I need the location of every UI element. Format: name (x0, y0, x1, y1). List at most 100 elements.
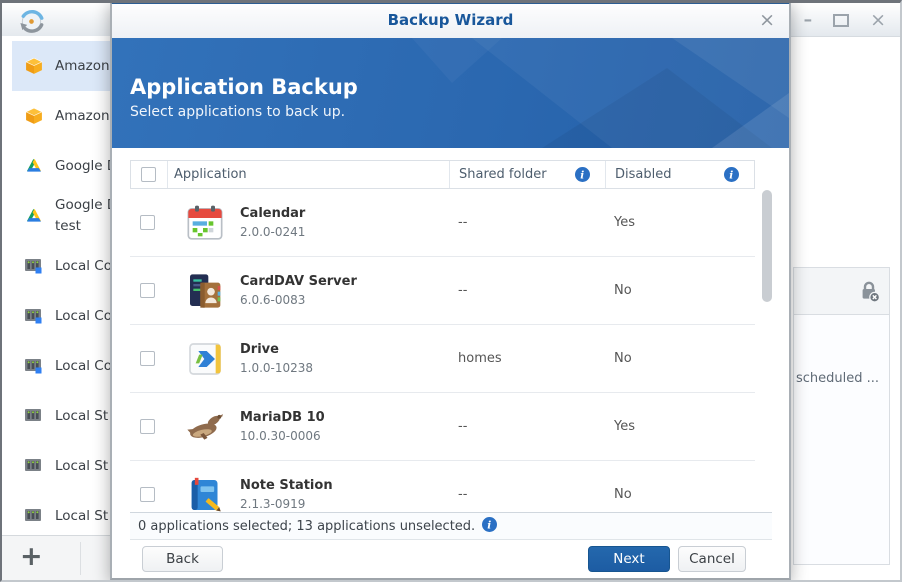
disabled-value: No (614, 283, 632, 298)
sidebar-item-google-drive-test[interactable]: Google D test (12, 191, 110, 241)
wizard-banner: Application Backup Select applications t… (112, 38, 789, 148)
banner-title: Application Backup (130, 75, 358, 99)
info-icon[interactable] (724, 167, 739, 186)
column-header-shared-folder[interactable]: Shared folder (449, 161, 605, 188)
window-controls: – × (804, 11, 886, 30)
table-row-carddav-server[interactable]: CardDAV Server 6.0.6-0083 -- No (130, 257, 755, 325)
window-minimize-icon[interactable]: – (804, 12, 813, 29)
note-station-app-icon (185, 475, 225, 513)
local-storage-server-icon (24, 456, 44, 476)
carddav-server-app-icon (185, 271, 225, 311)
add-task-button[interactable]: + (20, 541, 43, 572)
table-header: Application Shared folder Disabled (130, 160, 755, 189)
app-name: Calendar (240, 205, 306, 221)
row-checkbox[interactable] (140, 215, 155, 230)
column-header-disabled[interactable]: Disabled (605, 161, 754, 188)
sidebar-item-label: Amazon (55, 57, 110, 74)
window-maximize-icon[interactable] (833, 13, 850, 27)
disabled-value: No (614, 351, 632, 366)
google-drive-icon (24, 156, 44, 176)
dialog-titlebar: Backup Wizard × (112, 4, 789, 39)
shared-folder-value: homes (458, 351, 502, 366)
amazon-cube-icon (24, 106, 44, 126)
sidebar-item-label: Local Co (55, 357, 110, 374)
info-icon[interactable] (482, 517, 497, 536)
shared-folder-value: -- (458, 215, 468, 230)
sidebar-item-label: Google D test (55, 197, 110, 234)
sidebar-item-label: Amazon (55, 107, 110, 124)
disabled-value: Yes (614, 215, 635, 230)
back-button[interactable]: Back (142, 546, 223, 572)
app-version: 2.1.3-0919 (240, 496, 306, 511)
dialog-title: Backup Wizard (387, 11, 514, 29)
task-sidebar: Amazon Amazon Google D Google D test Loc… (2, 36, 110, 535)
local-copy-server-icon (24, 306, 44, 326)
row-checkbox[interactable] (140, 283, 155, 298)
mariadb-app-icon (185, 407, 225, 447)
sidebar-item-local-storage-1[interactable]: Local St (12, 391, 110, 441)
app-name: CardDAV Server (240, 273, 357, 289)
table-row-calendar[interactable]: Calendar 2.0.0-0241 -- Yes (130, 189, 755, 257)
app-name: Drive (240, 341, 279, 357)
sidebar-item-label: Google D (55, 157, 110, 174)
column-header-application[interactable]: Application (167, 161, 449, 188)
sidebar-item-amazon-1[interactable]: Amazon (12, 41, 110, 91)
sidebar-item-label: Local Co (55, 257, 110, 274)
row-checkbox[interactable] (140, 419, 155, 434)
row-checkbox[interactable] (140, 351, 155, 366)
sidebar-item-local-copy-2[interactable]: Local Co (12, 291, 110, 341)
app-name: Note Station (240, 477, 333, 493)
table-row-drive[interactable]: Drive 1.0.0-10238 homes No (130, 325, 755, 393)
background-panel-header (794, 268, 889, 315)
sidebar-item-label: Local Co (55, 307, 110, 324)
background-panel-partial-text: scheduled ... (796, 371, 880, 386)
table-row-note-station[interactable]: Note Station 2.1.3-0919 -- No (130, 461, 755, 512)
sidebar-bottom-bar: + (2, 535, 110, 581)
sidebar-item-amazon-2[interactable]: Amazon (12, 91, 110, 141)
sidebar-item-label: Local St (55, 507, 109, 524)
shared-folder-value: -- (458, 419, 468, 434)
row-checkbox[interactable] (140, 487, 155, 502)
shared-folder-value: -- (458, 283, 468, 298)
local-storage-server-icon (24, 406, 44, 426)
hyper-backup-logo-icon (18, 8, 45, 35)
local-copy-server-icon (24, 356, 44, 376)
select-all-cell (131, 161, 167, 188)
local-storage-server-icon (24, 506, 44, 526)
list-scrollbar-thumb[interactable] (762, 190, 772, 302)
app-version: 1.0.0-10238 (240, 360, 314, 375)
amazon-cube-icon (24, 56, 44, 76)
column-label: Shared folder (459, 167, 547, 182)
drive-app-icon (185, 339, 225, 379)
window-close-icon[interactable]: × (870, 11, 886, 30)
cancel-button[interactable]: Cancel (678, 546, 746, 572)
sidebar-item-local-copy-1[interactable]: Local Co (12, 241, 110, 291)
select-all-checkbox[interactable] (141, 167, 156, 182)
selection-status-bar: 0 applications selected; 13 applications… (130, 512, 772, 540)
local-copy-server-icon (24, 256, 44, 276)
sidebar-item-local-storage-3[interactable]: Local St (12, 491, 110, 535)
app-version: 10.0.30-0006 (240, 428, 321, 443)
sidebar-item-local-storage-2[interactable]: Local St (12, 441, 110, 491)
divider (80, 542, 81, 575)
app-version: 6.0.6-0083 (240, 292, 306, 307)
sidebar-item-local-copy-3[interactable]: Local Co (12, 341, 110, 391)
sidebar-item-google-drive[interactable]: Google D (12, 141, 110, 191)
shared-folder-value: -- (458, 487, 468, 502)
background-task-panel: scheduled ... (793, 267, 890, 565)
dialog-close-icon[interactable]: × (759, 9, 775, 31)
table-row-mariadb-10[interactable]: MariaDB 10 10.0.30-0006 -- Yes (130, 393, 755, 461)
app-name: MariaDB 10 (240, 409, 325, 425)
banner-subtitle: Select applications to back up. (130, 104, 346, 120)
selection-status-text: 0 applications selected; 13 applications… (138, 518, 476, 534)
column-label: Application (174, 167, 247, 182)
calendar-app-icon (185, 203, 225, 243)
next-button[interactable]: Next (588, 546, 670, 572)
google-drive-icon (24, 206, 44, 226)
app-version: 2.0.0-0241 (240, 224, 306, 239)
lock-disabled-icon (856, 278, 882, 304)
disabled-value: No (614, 487, 632, 502)
column-label: Disabled (615, 167, 672, 182)
disabled-value: Yes (614, 419, 635, 434)
info-icon[interactable] (575, 167, 590, 186)
